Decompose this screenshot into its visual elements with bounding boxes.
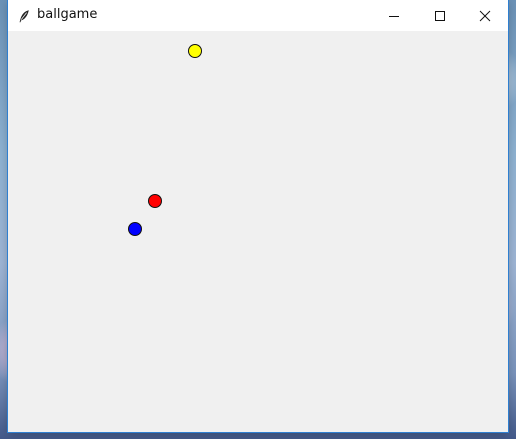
- yellow-ball: [188, 44, 202, 58]
- title-bar[interactable]: ballgame: [8, 0, 508, 31]
- blue-ball: [128, 222, 142, 236]
- game-canvas[interactable]: [8, 31, 508, 432]
- minimize-button[interactable]: [371, 0, 417, 31]
- maximize-button[interactable]: [417, 0, 463, 31]
- maximize-icon: [435, 10, 445, 21]
- window-title: ballgame: [37, 7, 98, 22]
- close-icon: [479, 10, 491, 21]
- feather-icon: [17, 8, 31, 23]
- red-ball: [148, 194, 162, 208]
- close-button[interactable]: [462, 0, 508, 31]
- minimize-icon: [389, 15, 399, 17]
- app-window: ballgame: [8, 0, 508, 432]
